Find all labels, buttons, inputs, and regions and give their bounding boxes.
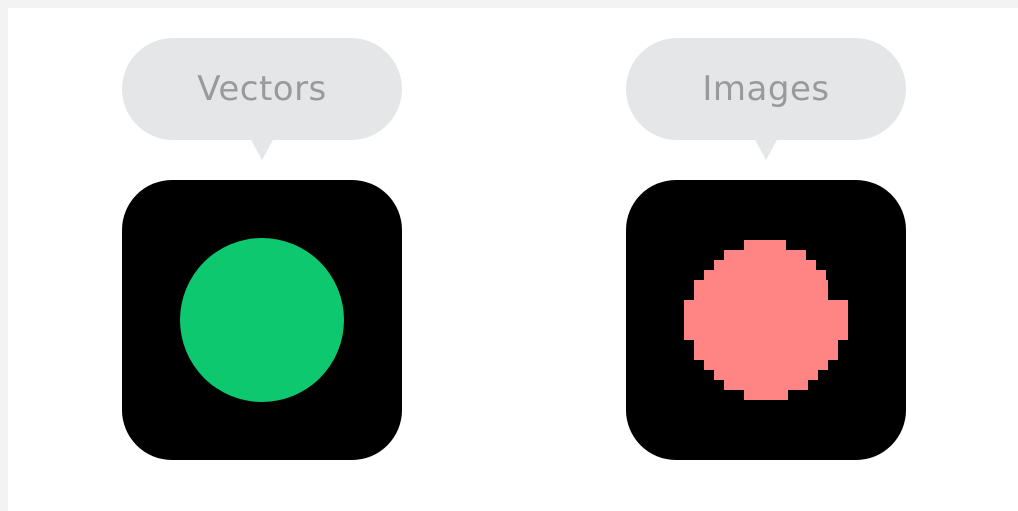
vectors-bubble-tail: [250, 138, 274, 160]
images-icon-tile: [626, 180, 906, 460]
vectors-panel: Vectors: [122, 8, 402, 511]
vector-circle-icon: [180, 238, 344, 402]
vector-circle-graphic: [180, 238, 344, 402]
pixelated-circle-graphic: [684, 240, 848, 400]
images-bubble-tail: [754, 138, 778, 160]
images-panel: Images: [626, 8, 906, 511]
vectors-icon-tile: [122, 180, 402, 460]
images-label: Images: [702, 69, 830, 109]
images-speech-bubble: Images: [626, 38, 906, 140]
pixelated-circle-icon: [684, 240, 848, 400]
vectors-label: Vectors: [197, 69, 327, 109]
diagram-canvas: Vectors Images: [8, 8, 1018, 511]
vectors-speech-bubble: Vectors: [122, 38, 402, 140]
